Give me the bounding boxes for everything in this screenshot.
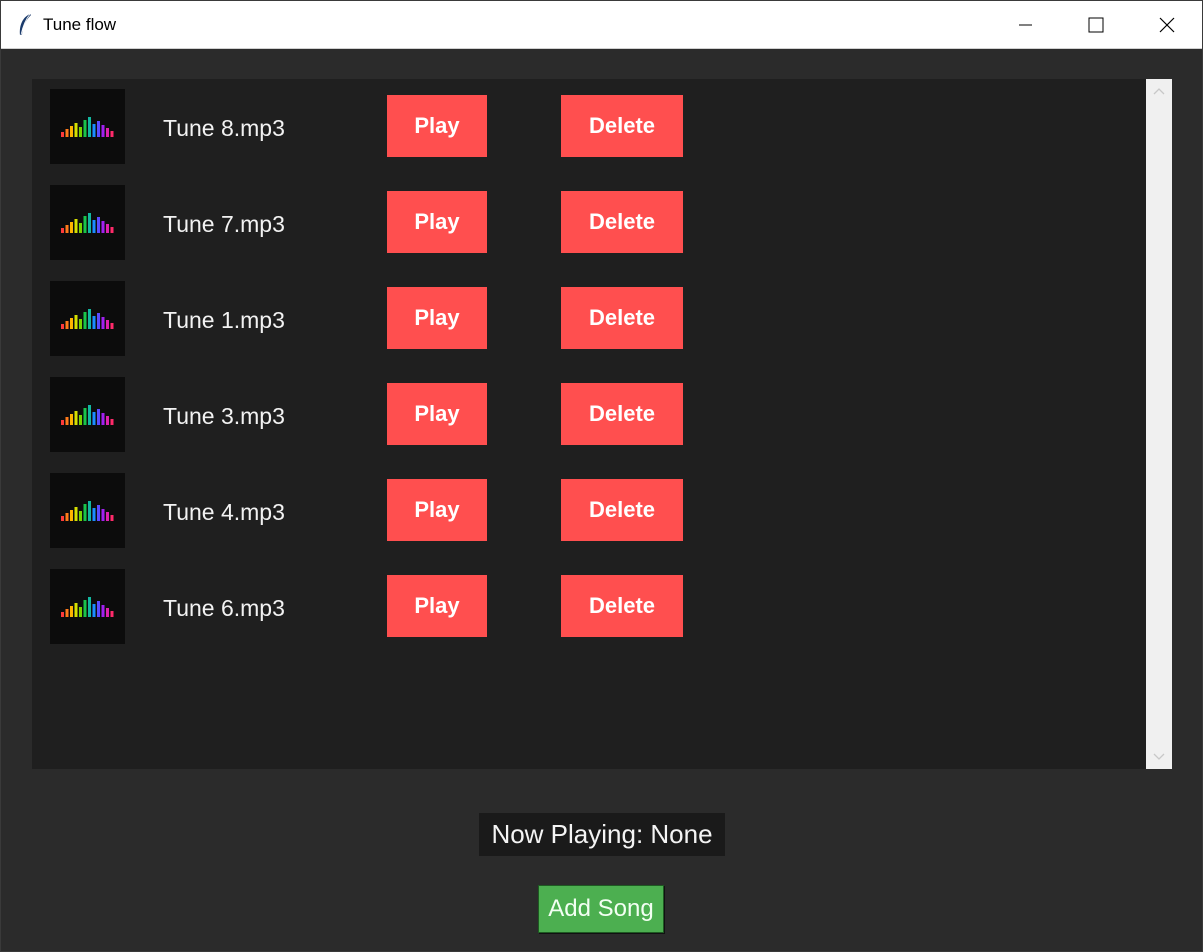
play-button[interactable]: Play	[387, 191, 487, 253]
window-title: Tune flow	[43, 15, 117, 34]
delete-button[interactable]: Delete	[561, 287, 683, 349]
minimize-icon	[1019, 24, 1032, 26]
equalizer-icon	[61, 213, 114, 233]
play-button[interactable]: Play	[387, 383, 487, 445]
song-list[interactable]: Tune 8.mp3 Play Delete Tune 7.mp3 Play Delete…	[32, 79, 1146, 769]
song-row: Tune 4.mp3 Play Delete	[32, 463, 1146, 548]
chevron-up-icon	[1153, 88, 1165, 95]
audio-thumbnail-icon	[50, 89, 125, 164]
song-title: Tune 6.mp3	[163, 595, 285, 621]
vertical-scrollbar[interactable]	[1146, 79, 1172, 769]
delete-button[interactable]: Delete	[561, 191, 683, 253]
play-button[interactable]: Play	[387, 287, 487, 349]
play-button[interactable]: Play	[387, 479, 487, 541]
maximize-button[interactable]	[1061, 1, 1131, 48]
maximize-icon	[1088, 17, 1104, 33]
delete-button[interactable]: Delete	[561, 383, 683, 445]
delete-button[interactable]: Delete	[561, 95, 683, 157]
song-title: Tune 7.mp3	[163, 211, 285, 237]
audio-thumbnail-icon	[50, 281, 125, 356]
now-playing-label: Now Playing: None	[479, 813, 725, 856]
song-row: Tune 8.mp3 Play Delete	[32, 79, 1146, 164]
delete-button[interactable]: Delete	[561, 479, 683, 541]
feather-icon	[15, 13, 35, 37]
song-row: Tune 3.mp3 Play Delete	[32, 367, 1146, 452]
close-button[interactable]	[1132, 1, 1202, 48]
song-title: Tune 3.mp3	[163, 403, 285, 429]
app-window: Tune flow Tune 8.mp3 Play Delete Tune 7.mp3…	[0, 0, 1203, 952]
equalizer-icon	[61, 405, 114, 425]
close-icon	[1159, 17, 1175, 33]
chevron-down-icon	[1153, 753, 1165, 760]
equalizer-icon	[61, 501, 114, 521]
audio-thumbnail-icon	[50, 473, 125, 548]
song-row: Tune 1.mp3 Play Delete	[32, 271, 1146, 356]
song-title: Tune 1.mp3	[163, 307, 285, 333]
equalizer-icon	[61, 117, 114, 137]
play-button[interactable]: Play	[387, 95, 487, 157]
scroll-up-button[interactable]	[1146, 79, 1172, 103]
equalizer-icon	[61, 597, 114, 617]
audio-thumbnail-icon	[50, 569, 125, 644]
add-song-button[interactable]: Add Song	[538, 885, 664, 933]
scroll-down-button[interactable]	[1146, 745, 1172, 769]
play-button[interactable]: Play	[387, 575, 487, 637]
audio-thumbnail-icon	[50, 377, 125, 452]
song-title: Tune 8.mp3	[163, 115, 285, 141]
song-row: Tune 7.mp3 Play Delete	[32, 175, 1146, 260]
minimize-button[interactable]	[991, 1, 1061, 48]
equalizer-icon	[61, 309, 114, 329]
delete-button[interactable]: Delete	[561, 575, 683, 637]
song-title: Tune 4.mp3	[163, 499, 285, 525]
song-row: Tune 6.mp3 Play Delete	[32, 559, 1146, 644]
title-bar[interactable]: Tune flow	[1, 1, 1202, 49]
audio-thumbnail-icon	[50, 185, 125, 260]
